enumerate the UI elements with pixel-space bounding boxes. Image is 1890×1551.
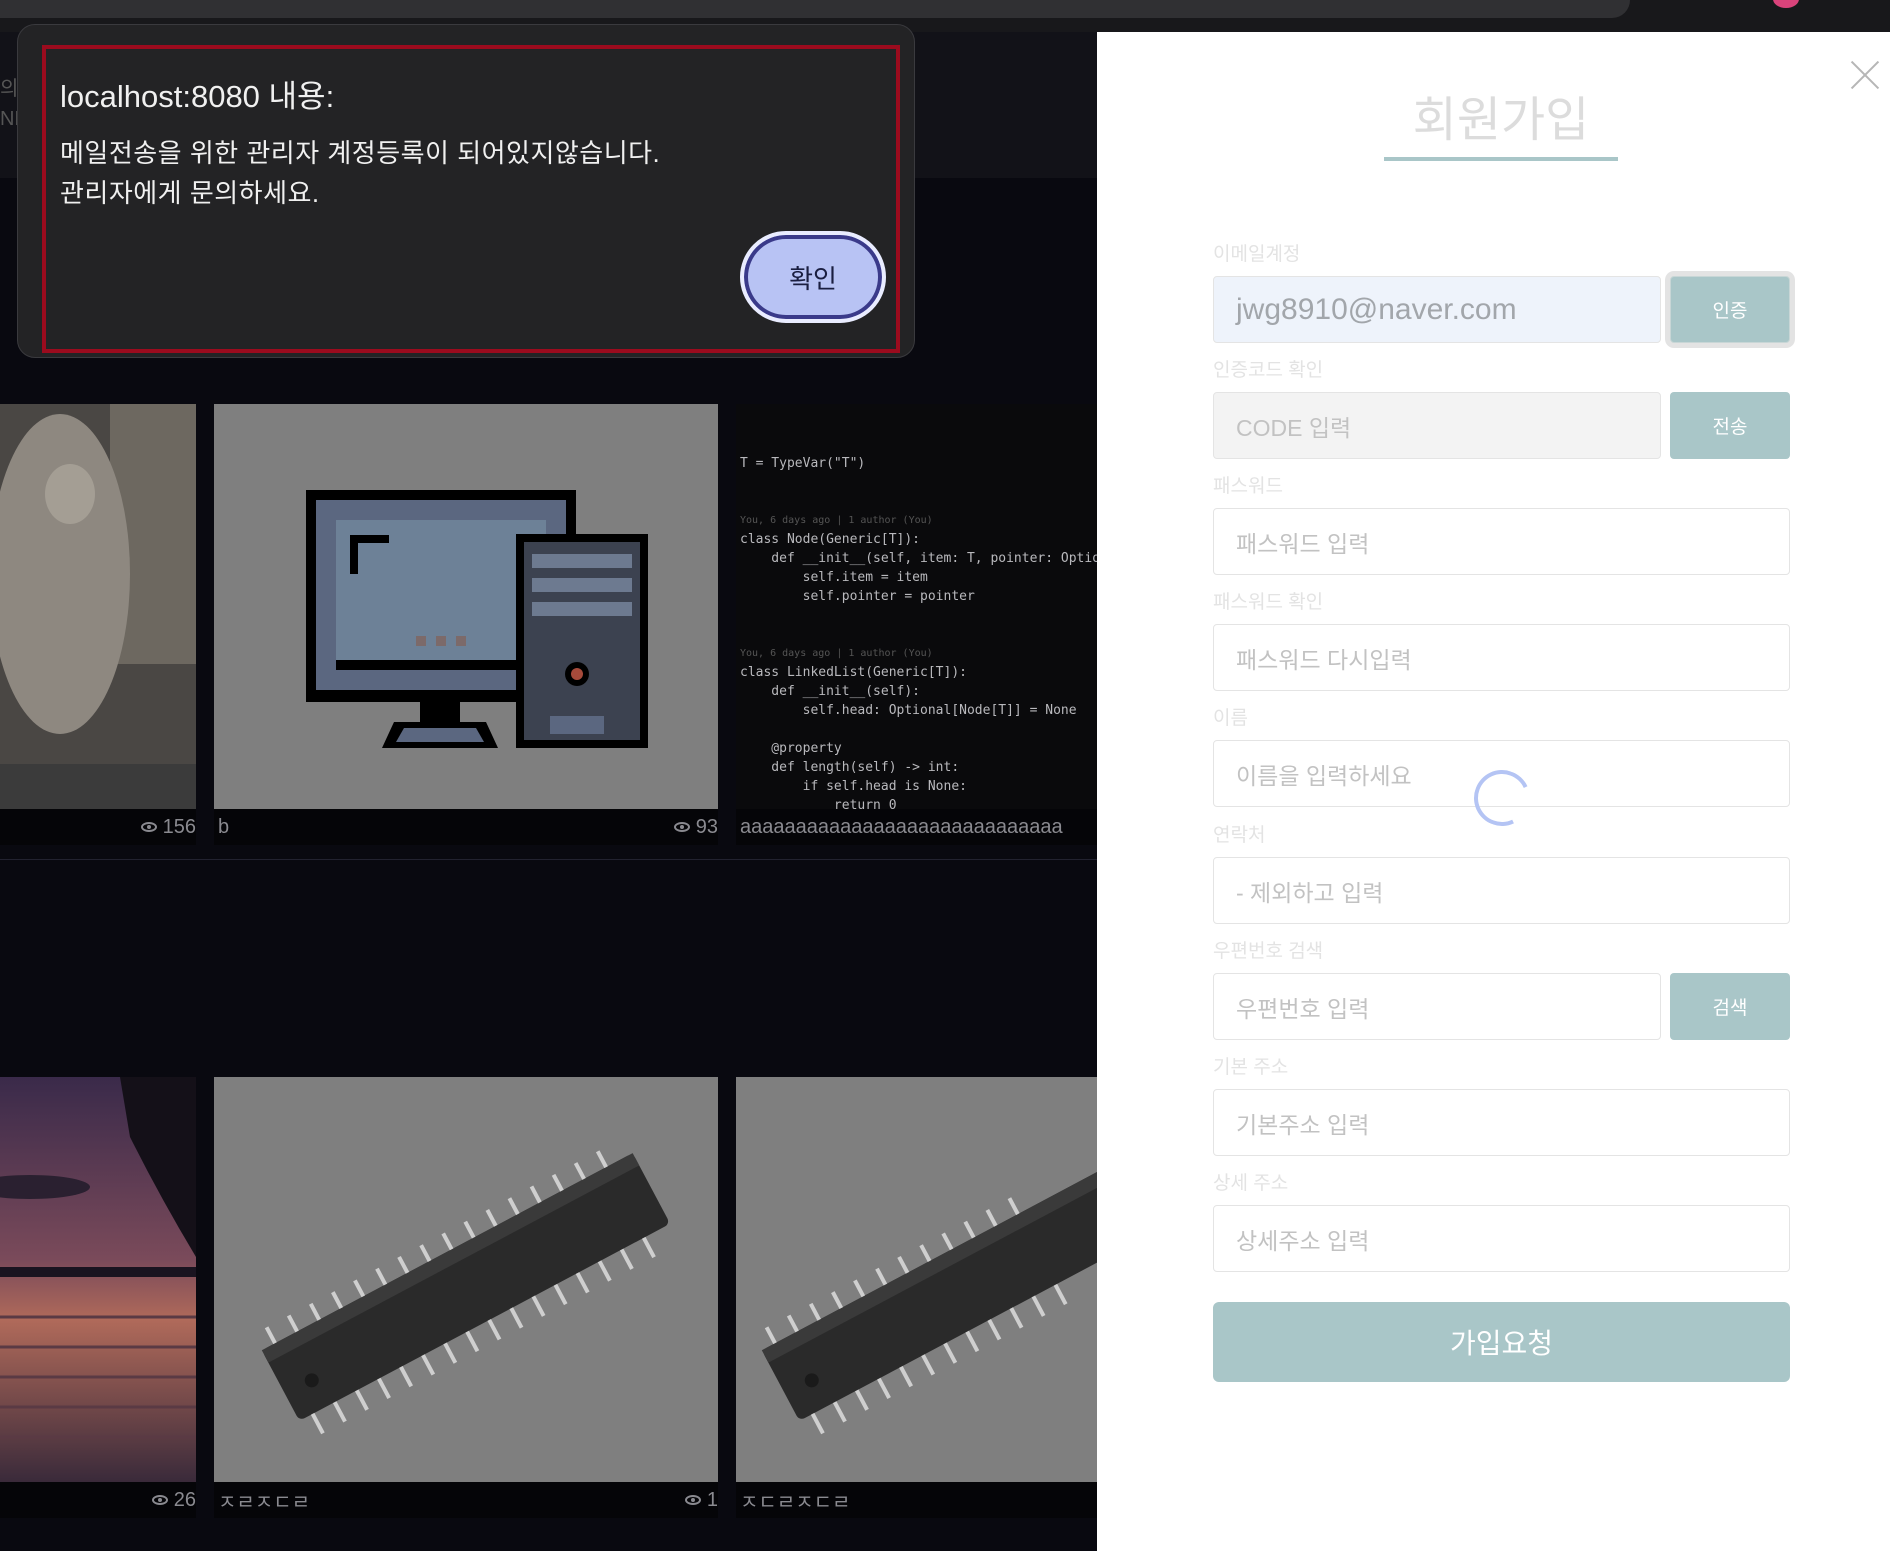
search-button[interactable]: 검색 <box>1670 973 1790 1040</box>
eye-icon <box>140 822 157 832</box>
code-line: self.head: Optional[Node[T]] = None <box>740 703 1077 718</box>
password-label: 패스워드 <box>1213 476 1283 497</box>
send-button[interactable]: 전송 <box>1670 392 1790 459</box>
view-count: 93 <box>673 816 718 839</box>
password-confirm-label: 패스워드 확인 <box>1213 592 1324 613</box>
view-count: 26 <box>151 1489 196 1512</box>
address-input[interactable]: 기본주소 입력 <box>1213 1089 1790 1156</box>
address-detail-label: 상세 주소 <box>1213 1173 1289 1194</box>
gallery-card-meta: 26 <box>0 1482 196 1518</box>
code-line: def __init__(self, item: T, pointer: Opt… <box>740 551 1097 566</box>
password-confirm-input[interactable]: 패스워드 다시입력 <box>1213 624 1790 691</box>
code-line: You, 6 days ago | 1 author (You) <box>740 515 933 526</box>
code-line: @property <box>740 741 842 756</box>
alert-origin: localhost:8080 내용: <box>60 79 335 114</box>
verify-button[interactable]: 인증 <box>1670 276 1790 343</box>
alert-message: 메일전송을 위한 관리자 계정등록이 되어있지않습니다. 관리자에게 문의하세요… <box>60 138 661 208</box>
name-label: 이름 <box>1213 708 1248 729</box>
code-line: if self.head is None: <box>740 779 967 794</box>
code-line: def length(self) -> int: <box>740 760 960 775</box>
gallery-card-meta: b 93 <box>214 809 718 845</box>
postcode-input[interactable]: 우편번호 입력 <box>1213 973 1661 1040</box>
gallery-card-image[interactable] <box>214 404 718 809</box>
code-line: You, 6 days ago | 1 author (You) <box>740 648 933 659</box>
view-count: 1 <box>684 1489 718 1512</box>
gallery-card-image[interactable] <box>736 1077 1097 1482</box>
phone-input[interactable]: - 제외하고 입력 <box>1213 857 1790 924</box>
card-title: ㅈㄹㅈㄷㄹ <box>218 1491 310 1514</box>
gallery-card-meta: ㅈㄷㄹㅈㄷㄹ <box>736 1482 1097 1518</box>
signup-submit-button[interactable]: 가입요청 <box>1213 1302 1790 1382</box>
gallery-card-code[interactable]: T = TypeVar("T") You, 6 days ago | 1 aut… <box>736 404 1097 809</box>
email-label: 이메일계정 <box>1213 244 1301 265</box>
close-icon[interactable] <box>1848 58 1882 92</box>
header-fragment: 의 <box>0 78 19 100</box>
gallery-card-image[interactable] <box>0 404 196 809</box>
code-input[interactable]: CODE 입력 <box>1213 392 1661 459</box>
address-label: 기본 주소 <box>1213 1057 1289 1078</box>
code-line: class LinkedList(Generic[T]): <box>740 665 967 680</box>
code-line: return 0 <box>740 798 897 809</box>
profile-avatar[interactable] <box>1773 0 1799 8</box>
code-line: class Node(Generic[T]): <box>740 532 921 547</box>
gallery-card-meta: aaaaaaaaaaaaaaaaaaaaaaaaaaaaa <box>736 809 1097 845</box>
gallery-card-image[interactable] <box>214 1077 718 1482</box>
gallery-card-meta: ㅈㄹㅈㄷㄹ 1 <box>214 1482 718 1518</box>
code-snippet: T = TypeVar("T") You, 6 days ago | 1 aut… <box>740 454 1097 809</box>
code-line: T = TypeVar("T") <box>740 456 866 471</box>
card-title: ㅈㄷㄹㅈㄷㄹ <box>740 1491 851 1514</box>
section-divider <box>0 859 1097 860</box>
eye-icon <box>673 822 690 832</box>
gallery-card-meta: 156 <box>0 809 196 845</box>
address-detail-input[interactable]: 상세주소 입력 <box>1213 1205 1790 1272</box>
card-title: b <box>218 815 230 838</box>
phone-label: 연락처 <box>1213 825 1266 846</box>
eye-icon <box>684 1495 701 1505</box>
eye-icon <box>151 1495 168 1505</box>
code-label: 인증코드 확인 <box>1213 360 1324 381</box>
password-input[interactable]: 패스워드 입력 <box>1213 508 1790 575</box>
alert-ok-button[interactable]: 확인 <box>740 231 886 323</box>
title-underline <box>1384 157 1618 161</box>
email-field[interactable]: jwg8910@naver.com <box>1213 276 1661 343</box>
code-line: self.pointer = pointer <box>740 589 975 604</box>
gallery-card-image[interactable] <box>0 1077 196 1482</box>
alert-dialog: localhost:8080 내용: 메일전송을 위한 관리자 계정등록이 되어… <box>17 24 915 358</box>
code-line: self.item = item <box>740 570 928 585</box>
page-title: 회원가입 <box>1412 94 1590 147</box>
postcode-label: 우편번호 검색 <box>1213 941 1324 962</box>
code-line: def __init__(self): <box>740 684 921 699</box>
card-title: aaaaaaaaaaaaaaaaaaaaaaaaaaaaa <box>740 815 1063 838</box>
view-count: 156 <box>140 816 196 839</box>
address-bar[interactable] <box>0 0 1630 18</box>
